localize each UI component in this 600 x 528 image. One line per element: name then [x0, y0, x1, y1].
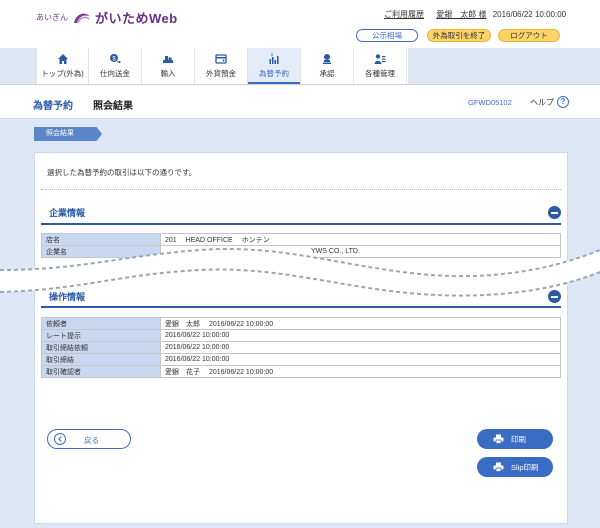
print-button[interactable]: 印刷 — [477, 429, 553, 449]
collapse-icon[interactable] — [548, 206, 561, 219]
print-label: 印刷 — [511, 435, 526, 444]
admin-icon — [374, 54, 386, 64]
nav-item-label: トップ(外為) — [41, 69, 84, 78]
nav-item-remittance[interactable]: $ 仕向送金 — [89, 48, 142, 84]
fx-forward-icon: $ — [269, 53, 279, 64]
end-fx-button[interactable]: 外為取引を終了 — [427, 29, 491, 42]
back-label: 戻る — [84, 436, 99, 445]
approval-icon — [323, 54, 331, 64]
printer-icon — [493, 434, 504, 444]
nav-item-label: 外貨預金 — [206, 69, 236, 78]
app-header: あいぎん がいためWeb ご利用履歴 愛銀 太郎 様 2016/06/22 10… — [0, 0, 600, 48]
nav-item-label: 為替予約 — [259, 69, 289, 78]
section-underline — [41, 223, 561, 225]
chevron-left-icon — [54, 433, 66, 445]
svg-text:$: $ — [271, 53, 273, 57]
row-value: 2016/06/22 10:00:00 — [160, 353, 561, 366]
remittance-icon: $ — [110, 54, 121, 64]
intro-text: 選択した為替予約の取引は以下の通りです。 — [47, 168, 197, 177]
table-row: 依頼者 愛銀 太郎 2016/06/22 10:00:00 — [41, 317, 561, 330]
company-info-title: 企業情報 — [49, 208, 86, 218]
section-underline — [41, 306, 561, 308]
row-label: レート提示 — [41, 329, 161, 342]
logout-button[interactable]: ログアウト — [498, 29, 560, 42]
page-section: 為替予約 — [33, 101, 73, 112]
table-row: 取引締結依頼 2016/06/22 10:00:00 — [41, 341, 561, 354]
row-value: 愛銀 花子 2016/06/22 10:00:00 — [160, 365, 561, 378]
row-label: 取引締結 — [41, 353, 161, 366]
user-info: ご利用履歴 愛銀 太郎 様 2016/06/22 10:00:00 — [384, 9, 566, 20]
main-nav: トップ(外為) $ 仕向送金 輸入 外貨預金 $ 為替予約 承認 各種管理 — [36, 48, 408, 84]
import-icon — [163, 56, 173, 63]
slip-print-label: Slip印刷 — [511, 463, 539, 472]
help-icon: ? — [557, 96, 569, 108]
nav-item-import[interactable]: 輸入 — [142, 48, 195, 84]
nav-item-deposit[interactable]: 外貨預金 — [195, 48, 248, 84]
row-label: 取引締結依頼 — [41, 341, 161, 354]
operation-info-table: 依頼者 愛銀 太郎 2016/06/22 10:00:00 レート提示 2016… — [41, 317, 561, 378]
home-icon — [57, 54, 68, 64]
help-button[interactable]: ヘルプ ? — [530, 96, 569, 108]
nav-item-fx-forward[interactable]: $ 為替予約 — [248, 48, 301, 84]
table-row: 取引確認者 愛銀 花子 2016/06/22 10:00:00 — [41, 365, 561, 378]
login-timestamp: 2016/06/22 10:00:00 — [492, 10, 567, 19]
screen-id: GFWD05102 — [468, 98, 512, 107]
row-value: 愛銀 太郎 2016/06/22 10:00:00 — [160, 317, 561, 330]
content-card: 選択した為替予約の取引は以下の通りです。 企業情報 店名 201 HEAD OF… — [34, 152, 568, 524]
row-label: 取引確認者 — [41, 365, 161, 378]
deposit-icon — [215, 54, 227, 64]
printer-icon — [493, 462, 504, 472]
bank-logo[interactable]: あいぎん がいためWeb — [36, 8, 178, 27]
nav-item-approval[interactable]: 承認 — [301, 48, 354, 84]
logo-mark-icon — [74, 13, 90, 23]
public-rates-button[interactable]: 公示相場 — [356, 29, 418, 42]
table-row: 取引締結 2016/06/22 10:00:00 — [41, 353, 561, 366]
row-value: 2016/06/22 10:00:00 — [160, 329, 561, 342]
step-indicator: 照会結果 — [34, 127, 102, 141]
nav-item-admin[interactable]: 各種管理 — [354, 48, 407, 84]
nav-item-label: 各種管理 — [365, 69, 395, 78]
logo-bank-name: あいぎん — [36, 13, 68, 22]
usage-history-link[interactable]: ご利用履歴 — [384, 10, 424, 19]
slip-print-button[interactable]: Slip印刷 — [477, 457, 553, 477]
content-omission-wave — [0, 247, 600, 297]
back-button[interactable]: 戻る — [47, 429, 131, 449]
page-title: 照会結果 — [93, 101, 133, 112]
row-label: 依頼者 — [41, 317, 161, 330]
row-value: 2016/06/22 10:00:00 — [160, 341, 561, 354]
help-label: ヘルプ — [530, 97, 554, 107]
divider — [41, 189, 561, 190]
nav-item-label: 仕向送金 — [100, 69, 130, 78]
nav-item-top[interactable]: トップ(外為) — [36, 48, 89, 84]
user-name-link[interactable]: 愛銀 太郎 様 — [436, 10, 486, 19]
table-row: レート提示 2016/06/22 10:00:00 — [41, 329, 561, 342]
logo-service-name: がいためWeb — [95, 11, 178, 26]
nav-item-label: 承認 — [319, 69, 335, 78]
nav-item-label: 輸入 — [160, 69, 176, 78]
page-title-bar: 為替予約 照会結果 GFWD05102 ヘルプ ? — [0, 85, 600, 119]
